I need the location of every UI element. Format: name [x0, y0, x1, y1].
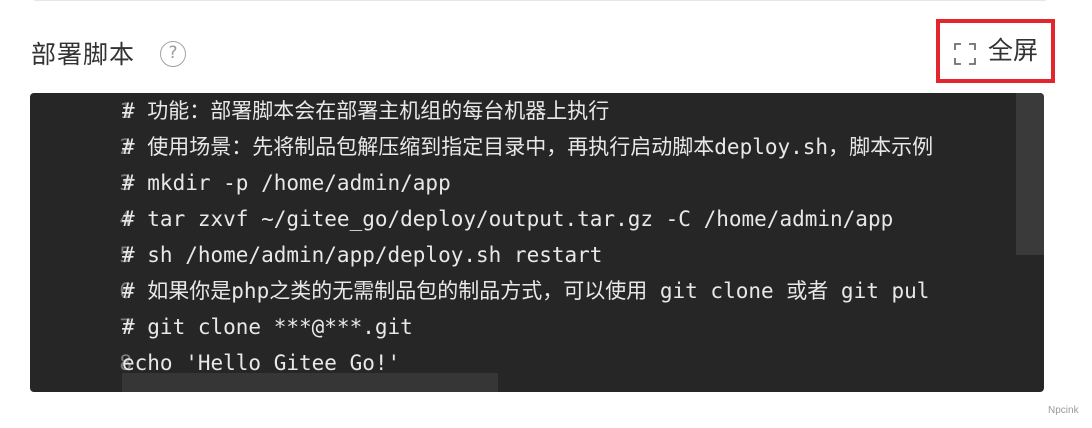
line-number: 2 — [119, 135, 132, 159]
code-line: 7 # git clone ***@***.git — [30, 309, 1044, 345]
code-line: 3 # mkdir -p /home/admin/app — [30, 165, 1044, 201]
code-line: 1 # 功能：部署脚本会在部署主机组的每台机器上执行 — [30, 93, 1044, 129]
line-text[interactable]: # 使用场景：先将制品包解压缩到指定目录中，再执行启动脚本deploy.sh，脚… — [122, 129, 933, 165]
line-text[interactable]: # 功能：部署脚本会在部署主机组的每台机器上执行 — [122, 93, 609, 129]
help-icon[interactable]: ? — [160, 41, 186, 67]
vertical-scrollbar[interactable] — [1016, 93, 1044, 255]
code-editor[interactable]: 1 # 功能：部署脚本会在部署主机组的每台机器上执行 2 # 使用场景：先将制品… — [30, 93, 1044, 392]
code-line: 4 # tar zxvf ~/gitee_go/deploy/output.ta… — [30, 201, 1044, 237]
line-number: 3 — [119, 171, 132, 195]
line-number: 6 — [119, 279, 132, 303]
code-line: 6 # 如果你是php之类的无需制品包的制品方式，可以使用 git clone … — [30, 273, 1044, 309]
line-number: 1 — [119, 99, 132, 123]
line-text[interactable]: # git clone ***@***.git — [122, 309, 413, 345]
code-line: 2 # 使用场景：先将制品包解压缩到指定目录中，再执行启动脚本deploy.sh… — [30, 129, 1044, 165]
line-text[interactable]: # mkdir -p /home/admin/app — [122, 165, 451, 201]
line-text[interactable]: # tar zxvf ~/gitee_go/deploy/output.tar.… — [122, 201, 893, 237]
code-line: 5 # sh /home/admin/app/deploy.sh restart — [30, 237, 1044, 273]
deploy-script-panel: 部署脚本 ? 全屏 1 # 功能：部署脚本会在部署主机组的每台机器上执行 2 #… — [0, 0, 1092, 428]
line-number: 5 — [119, 243, 132, 267]
line-text[interactable]: # sh /home/admin/app/deploy.sh restart — [122, 237, 602, 273]
line-number: 8 — [119, 351, 132, 375]
line-number: 4 — [119, 207, 132, 231]
line-number: 7 — [119, 315, 132, 339]
horizontal-scrollbar[interactable] — [122, 373, 498, 392]
top-divider — [34, 0, 1046, 1]
line-text[interactable]: # 如果你是php之类的无需制品包的制品方式，可以使用 git clone 或者… — [122, 273, 929, 309]
expand-icon — [954, 43, 976, 65]
section-title: 部署脚本 — [31, 40, 136, 69]
watermark: Npcink — [1048, 405, 1079, 416]
fullscreen-button[interactable]: 全屏 — [936, 19, 1055, 83]
fullscreen-label: 全屏 — [988, 36, 1039, 65]
